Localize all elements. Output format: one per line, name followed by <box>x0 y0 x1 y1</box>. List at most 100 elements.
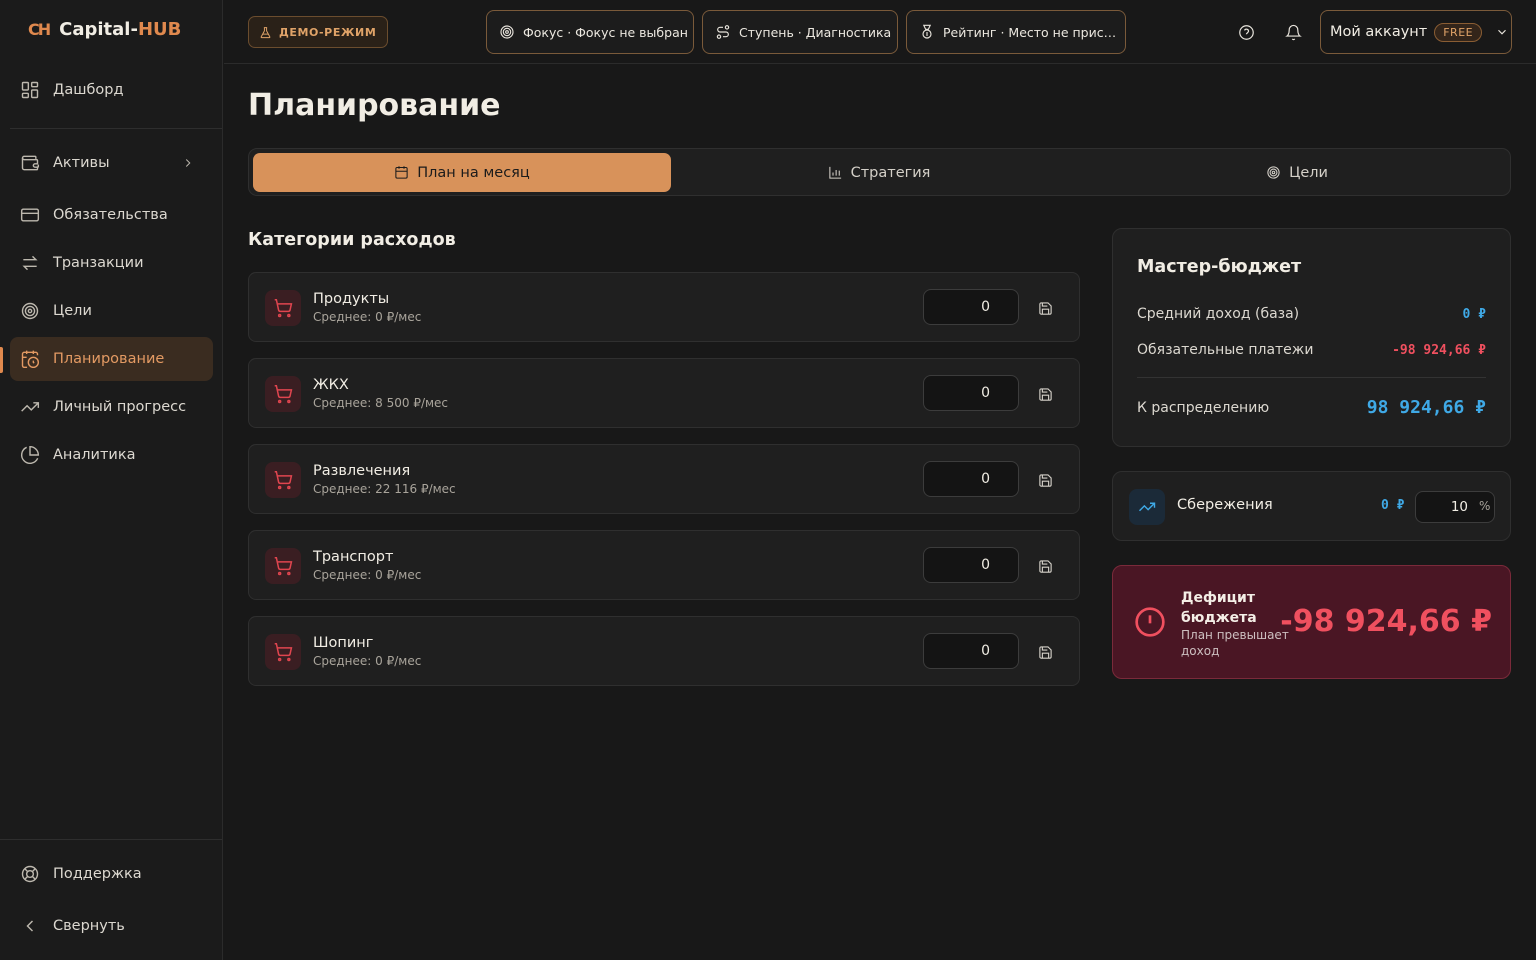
sidebar-item-label: Активы <box>53 155 110 171</box>
page-title: Планирование <box>248 88 501 123</box>
mandatory-row: Обязательные платежи -98 924,66 ₽ <box>1137 342 1486 358</box>
sidebar-item-planning[interactable]: Планирование <box>10 337 213 381</box>
deficit-card: Дефицит бюджета План превышает доход -98… <box>1112 565 1511 679</box>
notifications-button[interactable] <box>1281 20 1305 44</box>
distribute-label: К распределению <box>1137 399 1270 416</box>
calendar-clock-icon <box>21 350 40 369</box>
save-button[interactable] <box>1035 642 1055 662</box>
tab-label: План на месяц <box>417 164 530 181</box>
save-button[interactable] <box>1035 384 1055 404</box>
savings-label: Сбережения <box>1177 497 1273 513</box>
flask-icon <box>260 26 271 38</box>
sidebar-item-progress[interactable]: Личный прогресс <box>10 385 213 429</box>
sidebar-collapse-button[interactable]: Свернуть <box>10 904 213 948</box>
category-icon-wrap <box>265 548 301 584</box>
account-menu[interactable]: Мой аккаунт FREE <box>1320 10 1512 54</box>
chevron-down-icon <box>1498 29 1507 35</box>
category-amount-input[interactable] <box>923 547 1019 583</box>
target-icon <box>1267 166 1280 179</box>
category-amount-input[interactable] <box>923 289 1019 325</box>
sidebar-item-label: Личный прогресс <box>53 399 187 415</box>
sidebar-item-support[interactable]: Поддержка <box>10 852 213 896</box>
save-icon <box>1038 387 1052 401</box>
sidebar-item-dashboard[interactable]: Дашборд <box>10 68 213 112</box>
category-icon-wrap <box>265 634 301 670</box>
category-icon-wrap <box>265 290 301 326</box>
category-icon-wrap <box>265 462 301 498</box>
sidebar: CH Capital-HUB Дашборд Активы Обязательс… <box>0 0 223 960</box>
rating-pill[interactable]: Рейтинг · Место не прис… <box>906 10 1126 54</box>
help-button[interactable] <box>1234 20 1258 44</box>
transfer-icon <box>22 255 38 271</box>
income-value: 0 ₽ <box>1462 306 1486 322</box>
sidebar-item-assets[interactable]: Активы <box>10 141 213 185</box>
pie-chart-icon <box>20 445 40 464</box>
category-average: Среднее: 22 116 ₽/мес <box>313 482 456 496</box>
help-icon <box>1238 24 1254 40</box>
save-button[interactable] <box>1035 298 1055 318</box>
tabs: План на месяц Стратегия Цели <box>248 148 1511 196</box>
bar-chart-icon <box>828 166 841 179</box>
sidebar-item-transactions[interactable]: Транзакции <box>10 241 213 285</box>
save-button[interactable] <box>1035 556 1055 576</box>
save-button[interactable] <box>1035 470 1055 490</box>
category-amount-input[interactable] <box>923 633 1019 669</box>
category-row: Развлечения Среднее: 22 116 ₽/мес <box>248 444 1080 514</box>
save-icon <box>1038 473 1052 487</box>
active-indicator <box>0 347 3 373</box>
category-amount-input[interactable] <box>923 461 1019 497</box>
category-name: Продукты <box>313 291 390 307</box>
sidebar-divider <box>0 839 222 840</box>
shopping-cart-icon <box>274 384 293 404</box>
tab-goals[interactable]: Цели <box>1087 153 1507 192</box>
category-average: Среднее: 8 500 ₽/мес <box>313 396 449 410</box>
mandatory-value: -98 924,66 ₽ <box>1392 342 1486 358</box>
target-icon <box>500 25 514 39</box>
sidebar-item-label: Цели <box>53 303 92 319</box>
deficit-subtitle: План превышает доход <box>1181 628 1289 658</box>
sidebar-divider <box>10 128 222 129</box>
category-average: Среднее: 0 ₽/мес <box>313 310 422 324</box>
save-icon <box>1038 645 1052 659</box>
tab-monthly-plan[interactable]: План на месяц <box>253 153 671 192</box>
alert-circle-icon <box>1134 606 1166 638</box>
chevron-right-icon <box>185 159 191 167</box>
shopping-cart-icon <box>274 470 293 490</box>
logo[interactable]: CH Capital-HUB <box>28 19 181 40</box>
lifebuoy-icon <box>21 865 39 883</box>
master-budget-card: Мастер-бюджет Средний доход (база) 0 ₽ О… <box>1112 228 1511 447</box>
medal-icon <box>922 24 932 39</box>
sidebar-item-analytics[interactable]: Аналитика <box>10 433 213 477</box>
sidebar-item-label: Планирование <box>53 351 165 367</box>
card-icon <box>20 208 40 222</box>
logo-mark: CH <box>28 20 51 39</box>
savings-icon-wrap <box>1129 489 1165 525</box>
target-icon <box>21 302 39 320</box>
shopping-cart-icon <box>274 642 293 662</box>
tab-label: Стратегия <box>850 164 931 181</box>
account-label: Мой аккаунт <box>1330 24 1428 40</box>
demo-mode-badge[interactable]: ДЕМО-РЕЖИМ <box>248 16 389 48</box>
category-name: Шопинг <box>313 635 374 651</box>
shopping-cart-icon <box>274 556 293 576</box>
focus-label: Фокус · Фокус не выбран <box>523 24 688 40</box>
category-amount-input[interactable] <box>923 375 1019 411</box>
sidebar-item-label: Транзакции <box>53 255 144 271</box>
category-average: Среднее: 0 ₽/мес <box>313 654 422 668</box>
stage-pill[interactable]: Ступень · Диагностика <box>702 10 898 54</box>
distribute-row: К распределению 98 924,66 ₽ <box>1137 397 1486 418</box>
distribute-value: 98 924,66 ₽ <box>1366 397 1486 418</box>
sidebar-item-liabilities[interactable]: Обязательства <box>10 193 213 237</box>
plan-badge: FREE <box>1434 22 1483 42</box>
percent-sign: % <box>1479 499 1491 513</box>
trend-up-icon <box>1138 502 1156 512</box>
savings-card: Сбережения 0 ₽ % <box>1112 471 1511 541</box>
categories-title: Категории расходов <box>248 230 456 250</box>
stage-label: Ступень · Диагностика <box>739 24 892 40</box>
collapse-label: Свернуть <box>53 918 125 934</box>
sidebar-item-label: Обязательства <box>53 207 168 223</box>
tab-strategy[interactable]: Стратегия <box>673 153 1085 192</box>
focus-pill[interactable]: Фокус · Фокус не выбран <box>486 10 694 54</box>
sidebar-item-goals[interactable]: Цели <box>10 289 213 333</box>
budget-divider <box>1137 377 1486 378</box>
